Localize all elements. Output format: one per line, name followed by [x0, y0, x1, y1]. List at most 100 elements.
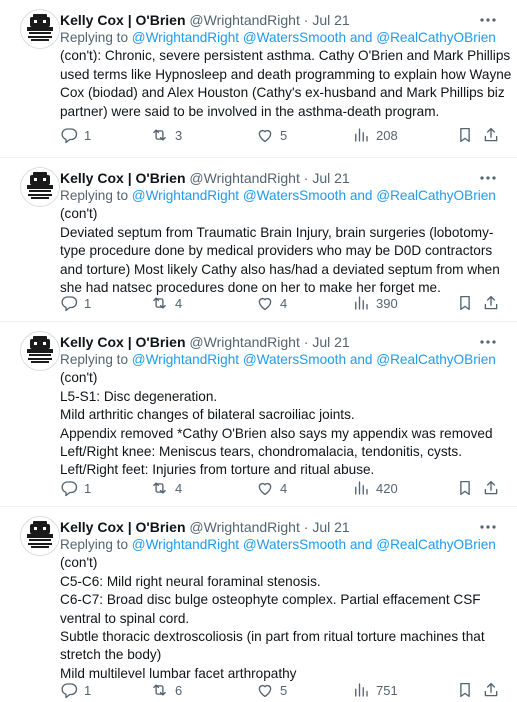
- views-button[interactable]: 208: [352, 124, 398, 146]
- more-dots-icon[interactable]: [478, 334, 498, 350]
- like-button[interactable]: 4: [256, 292, 287, 314]
- retweet-button[interactable]: 4: [150, 477, 182, 499]
- reply-count: 1: [84, 682, 92, 698]
- bookmark-icon: [456, 126, 474, 144]
- mention-link[interactable]: @WrightandRight: [132, 188, 239, 203]
- mention-link[interactable]: @WatersSmooth: [243, 188, 346, 203]
- views-button[interactable]: 751: [352, 679, 398, 701]
- share-icon: [482, 479, 500, 497]
- heart-icon: [256, 126, 274, 144]
- tweet-date[interactable]: Jul 21: [312, 334, 349, 350]
- replying-to-label: Replying to: [60, 352, 129, 367]
- tweet-text-line: Left/Right knee: Meniscus tears, chondro…: [60, 444, 462, 460]
- mention-link[interactable]: @WatersSmooth: [243, 352, 346, 367]
- more-dots-icon[interactable]: [478, 12, 498, 28]
- author-handle[interactable]: @WrightandRight: [189, 519, 299, 535]
- tweet-body: Replying to @WrightandRight @WatersSmoot…: [60, 536, 505, 683]
- mention-link[interactable]: @WatersSmooth: [243, 537, 346, 552]
- bar-chart-icon: [352, 126, 370, 144]
- author-name[interactable]: Kelly Cox | O'Brien: [60, 12, 186, 28]
- bookmark-button[interactable]: [456, 477, 474, 499]
- author-name[interactable]: Kelly Cox | O'Brien: [60, 170, 186, 186]
- like-button[interactable]: 4: [256, 477, 287, 499]
- mention-link[interactable]: @RealCathyOBrien: [376, 352, 496, 367]
- retweet-button[interactable]: 6: [150, 679, 182, 701]
- mention-link[interactable]: @WatersSmooth: [243, 30, 346, 45]
- bookmark-icon: [456, 479, 474, 497]
- view-count: 420: [376, 480, 398, 496]
- and-label[interactable]: and: [350, 352, 373, 367]
- retweet-button[interactable]: 3: [150, 124, 182, 146]
- heart-icon: [256, 479, 274, 497]
- tweet-date[interactable]: Jul 21: [312, 170, 349, 186]
- mention-link[interactable]: @RealCathyOBrien: [376, 30, 496, 45]
- reply-bubble-icon: [60, 126, 78, 144]
- retweet-button[interactable]: 4: [150, 292, 182, 314]
- tweet-date[interactable]: Jul 21: [312, 519, 349, 535]
- mention-link[interactable]: @RealCathyOBrien: [376, 537, 496, 552]
- and-label[interactable]: and: [350, 188, 373, 203]
- author-handle[interactable]: @WrightandRight: [189, 334, 299, 350]
- views-button[interactable]: 390: [352, 292, 398, 314]
- author-handle[interactable]: @WrightandRight: [189, 170, 299, 186]
- tweet[interactable]: Kelly Cox | O'Brien @WrightandRight · Ju…: [0, 158, 517, 312]
- tweet-text-line: Appendix removed *Cathy O'Brien also say…: [60, 425, 493, 441]
- reply-bubble-icon: [60, 681, 78, 699]
- view-count: 751: [376, 682, 398, 698]
- tweet-header: Kelly Cox | O'Brien @WrightandRight · Ju…: [60, 10, 350, 30]
- author-name[interactable]: Kelly Cox | O'Brien: [60, 334, 186, 350]
- reply-context: Replying to @WrightandRight @WatersSmoot…: [60, 536, 505, 554]
- and-label[interactable]: and: [350, 537, 373, 552]
- avatar[interactable]: [20, 331, 60, 371]
- share-button[interactable]: [482, 292, 500, 314]
- like-button[interactable]: 5: [256, 679, 287, 701]
- share-button[interactable]: [482, 124, 500, 146]
- reply-context: Replying to @WrightandRight @WatersSmoot…: [60, 351, 505, 369]
- bookmark-button[interactable]: [456, 124, 474, 146]
- tweet-date[interactable]: Jul 21: [312, 12, 349, 28]
- action-bar: 1 4 4 390: [60, 292, 500, 314]
- tweet[interactable]: Kelly Cox | O'Brien @WrightandRight · Ju…: [0, 322, 517, 504]
- replying-to-label: Replying to: [60, 188, 129, 203]
- mention-link[interactable]: @WrightandRight: [132, 352, 239, 367]
- tweet-text-line: L5-S1: Disc degeneration.: [60, 388, 218, 404]
- tweet-text-line: Mild arthritic changes of bilateral sacr…: [60, 407, 355, 423]
- more-dots-icon[interactable]: [478, 170, 498, 186]
- share-button[interactable]: [482, 477, 500, 499]
- avatar[interactable]: [20, 9, 60, 49]
- separator: ·: [303, 12, 309, 28]
- retweet-icon: [150, 294, 169, 312]
- avatar[interactable]: [20, 167, 60, 207]
- like-button[interactable]: 5: [256, 124, 287, 146]
- mention-link[interactable]: @WrightandRight: [132, 537, 239, 552]
- reply-button[interactable]: 1: [60, 477, 91, 499]
- author-handle[interactable]: @WrightandRight: [189, 12, 299, 28]
- share-button[interactable]: [482, 679, 500, 701]
- retweet-icon: [150, 126, 169, 144]
- tweet[interactable]: Kelly Cox | O'Brien @WrightandRight · Ju…: [0, 507, 517, 702]
- more-dots-icon[interactable]: [478, 519, 498, 535]
- share-icon: [482, 681, 500, 699]
- tweet-text-line: (con't): Chronic, severe persistent asth…: [60, 48, 511, 64]
- tweet-text-line: used terms like Hypnosleep and death pro…: [60, 66, 512, 82]
- avatar[interactable]: [20, 516, 60, 556]
- reply-button[interactable]: 1: [60, 679, 91, 701]
- reply-button[interactable]: 1: [60, 292, 91, 314]
- bookmark-button[interactable]: [456, 679, 474, 701]
- like-count: 5: [280, 127, 288, 143]
- bookmark-button[interactable]: [456, 292, 474, 314]
- mention-link[interactable]: @RealCathyOBrien: [376, 188, 496, 203]
- views-button[interactable]: 420: [352, 477, 398, 499]
- tweet-header: Kelly Cox | O'Brien @WrightandRight · Ju…: [60, 517, 350, 537]
- mention-link[interactable]: @WrightandRight: [132, 30, 239, 45]
- reply-button[interactable]: 1: [60, 124, 91, 146]
- retweet-count: 4: [175, 295, 183, 311]
- tweet-text-line: partner) were said to be involved in the…: [60, 103, 440, 119]
- tweet[interactable]: Kelly Cox | O'Brien @WrightandRight · Ju…: [0, 0, 517, 158]
- reply-context: Replying to @WrightandRight @WatersSmoot…: [60, 187, 505, 205]
- and-label[interactable]: and: [350, 30, 373, 45]
- replying-to-label: Replying to: [60, 537, 129, 552]
- retweet-icon: [150, 681, 169, 699]
- author-name[interactable]: Kelly Cox | O'Brien: [60, 519, 186, 535]
- like-count: 4: [280, 295, 288, 311]
